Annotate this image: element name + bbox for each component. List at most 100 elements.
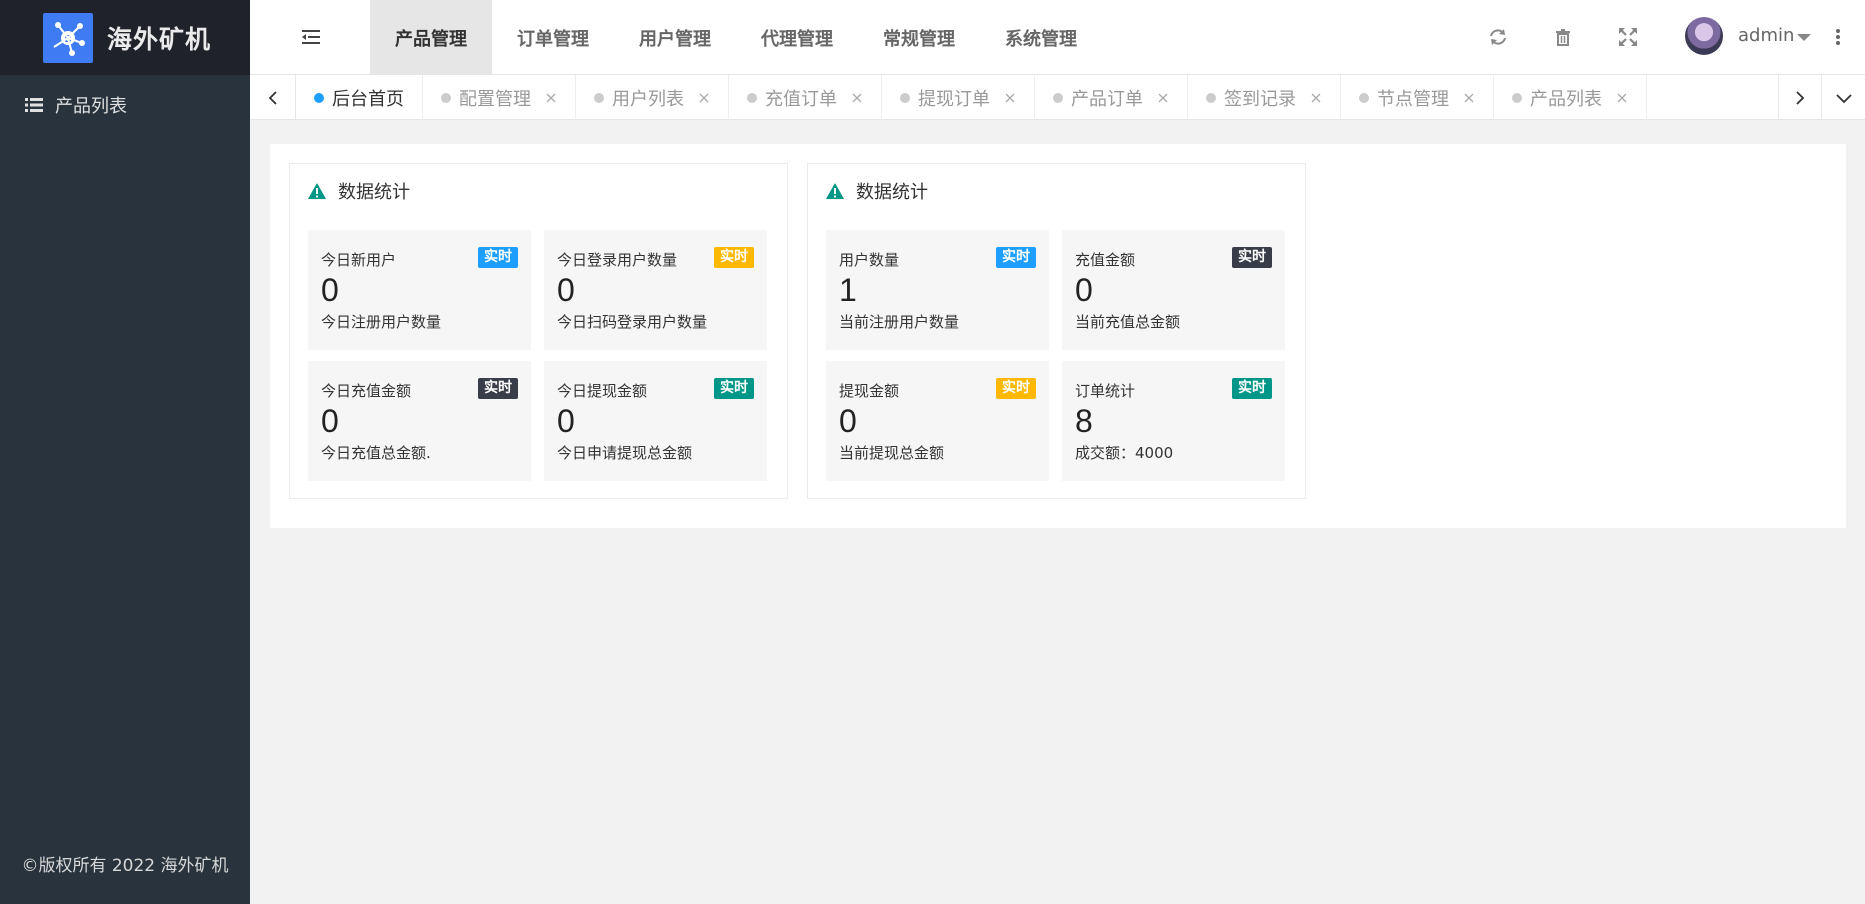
chevron-right-icon — [1796, 90, 1805, 105]
nav-general-management[interactable]: 常规管理 — [858, 0, 980, 75]
card-value: 0 — [557, 403, 575, 439]
card-value: 0 — [1075, 272, 1093, 308]
sidebar: B 海外矿机 产品列表 ©版权所有 2022 海外矿机 — [0, 0, 250, 904]
nav-product-management[interactable]: 产品管理 — [370, 0, 492, 75]
close-icon[interactable] — [851, 92, 863, 104]
list-icon — [25, 98, 43, 112]
menu-toggle-icon[interactable] — [300, 27, 322, 47]
tab-node-management[interactable]: 节点管理 — [1341, 75, 1494, 120]
nav-system-management[interactable]: 系统管理 — [980, 0, 1102, 75]
close-icon[interactable] — [545, 92, 557, 104]
chevron-left-icon — [268, 90, 277, 105]
card-value: 0 — [557, 272, 575, 308]
card-subtitle: 今日申请提现总金额 — [557, 444, 693, 462]
panel-header: 数据统计 — [826, 178, 928, 204]
close-icon[interactable] — [1463, 92, 1475, 104]
tab-config[interactable]: 配置管理 — [423, 75, 576, 120]
panel-header: 数据统计 — [308, 178, 410, 204]
panel-title: 数据统计 — [338, 182, 410, 203]
stat-card-order-stats: 订单统计 实时 8 成交额：4000 — [1062, 361, 1285, 481]
logo-icon: B — [43, 12, 93, 63]
realtime-badge: 实时 — [996, 247, 1036, 268]
tab-label: 产品订单 — [1071, 88, 1143, 110]
stats-panel-today: 数据统计 今日新用户 实时 0 今日注册用户数量 今日登录用户数量 实时 0 今… — [289, 163, 788, 499]
card-subtitle: 当前提现总金额 — [839, 444, 945, 462]
tab-label: 用户列表 — [612, 88, 684, 110]
tab-checkin-records[interactable]: 签到记录 — [1188, 75, 1341, 120]
tab-options-button[interactable] — [1821, 75, 1865, 120]
dot-icon — [1359, 92, 1369, 103]
tabs: 后台首页 配置管理 用户列表 充值订单 提现订单 产品订单 签到记录 节点管理 … — [296, 75, 1647, 120]
stats-panel-total: 数据统计 用户数量 实时 1 当前注册用户数量 充值金额 实时 0 当前充值总金… — [807, 163, 1306, 499]
panel-title: 数据统计 — [856, 182, 928, 203]
realtime-badge: 实时 — [1232, 378, 1272, 399]
card-subtitle: 今日充值总金额. — [321, 444, 431, 462]
copyright: ©版权所有 2022 海外矿机 — [21, 856, 229, 876]
close-icon[interactable] — [1310, 92, 1322, 104]
top-bar: 产品管理 订单管理 用户管理 代理管理 常规管理 系统管理 admin — [250, 0, 1865, 75]
dot-icon — [900, 92, 910, 103]
tab-bar: 后台首页 配置管理 用户列表 充值订单 提现订单 产品订单 签到记录 节点管理 … — [250, 75, 1865, 120]
realtime-badge: 实时 — [478, 378, 518, 399]
close-icon[interactable] — [1616, 92, 1628, 104]
tab-user-list[interactable]: 用户列表 — [576, 75, 729, 120]
card-value: 0 — [321, 403, 339, 439]
stat-card-user-count: 用户数量 实时 1 当前注册用户数量 — [826, 230, 1049, 350]
stat-card-total-withdraw: 提现金额 实时 0 当前提现总金额 — [826, 361, 1049, 481]
tab-product-orders[interactable]: 产品订单 — [1035, 75, 1188, 120]
tab-label: 签到记录 — [1224, 88, 1296, 110]
stat-card-recharge-amount: 今日充值金额 实时 0 今日充值总金额. — [308, 361, 531, 481]
more-vertical-icon[interactable] — [1835, 26, 1841, 48]
realtime-badge: 实时 — [996, 378, 1036, 399]
dot-icon — [747, 92, 757, 103]
card-value: 8 — [1075, 403, 1093, 439]
realtime-badge: 实时 — [714, 247, 754, 268]
card-label: 今日登录用户数量 — [557, 251, 678, 269]
dashboard-content: 数据统计 今日新用户 实时 0 今日注册用户数量 今日登录用户数量 实时 0 今… — [270, 144, 1846, 528]
top-nav: 产品管理 订单管理 用户管理 代理管理 常规管理 系统管理 — [370, 0, 1102, 75]
avatar[interactable] — [1685, 17, 1723, 55]
tab-withdraw-orders[interactable]: 提现订单 — [882, 75, 1035, 120]
tab-scroll-left-button[interactable] — [250, 75, 296, 120]
user-name[interactable]: admin — [1738, 25, 1794, 46]
logo-bar: B 海外矿机 — [0, 0, 250, 75]
close-icon[interactable] — [1004, 92, 1016, 104]
card-subtitle: 成交额：4000 — [1075, 444, 1174, 462]
dot-icon — [594, 92, 604, 103]
stat-card-new-users: 今日新用户 实时 0 今日注册用户数量 — [308, 230, 531, 350]
tab-scroll-right-button[interactable] — [1778, 75, 1821, 120]
dot-icon — [1206, 92, 1216, 103]
card-label: 今日新用户 — [321, 251, 397, 269]
close-icon[interactable] — [698, 92, 710, 104]
trash-icon[interactable] — [1552, 26, 1574, 48]
stat-card-total-recharge: 充值金额 实时 0 当前充值总金额 — [1062, 230, 1285, 350]
warning-icon — [308, 183, 326, 199]
stat-card-login-users: 今日登录用户数量 实时 0 今日扫码登录用户数量 — [544, 230, 767, 350]
dot-icon — [1053, 92, 1063, 103]
card-value: 0 — [321, 272, 339, 308]
nav-order-management[interactable]: 订单管理 — [492, 0, 614, 75]
fullscreen-icon[interactable] — [1617, 26, 1639, 48]
close-icon[interactable] — [1157, 92, 1169, 104]
chevron-down-icon — [1835, 93, 1852, 103]
sidebar-item-label: 产品列表 — [55, 96, 127, 117]
realtime-badge: 实时 — [1232, 247, 1272, 268]
sidebar-item-product-list[interactable]: 产品列表 — [0, 75, 250, 135]
warning-icon — [826, 183, 844, 199]
logo-text: 海外矿机 — [107, 24, 212, 54]
dot-icon — [1512, 92, 1522, 103]
tab-label: 产品列表 — [1530, 88, 1602, 110]
nav-agent-management[interactable]: 代理管理 — [736, 0, 858, 75]
refresh-icon[interactable] — [1487, 26, 1509, 48]
tab-home[interactable]: 后台首页 — [296, 75, 423, 120]
card-value: 0 — [839, 403, 857, 439]
card-label: 今日充值金额 — [321, 382, 412, 400]
card-subtitle: 今日扫码登录用户数量 — [557, 313, 708, 331]
tab-product-list[interactable]: 产品列表 — [1494, 75, 1647, 120]
card-label: 订单统计 — [1075, 382, 1136, 400]
nav-user-management[interactable]: 用户管理 — [614, 0, 736, 75]
stat-card-withdraw-amount: 今日提现金额 实时 0 今日申请提现总金额 — [544, 361, 767, 481]
caret-down-icon[interactable] — [1797, 34, 1811, 41]
tab-label: 后台首页 — [332, 88, 404, 110]
tab-recharge-orders[interactable]: 充值订单 — [729, 75, 882, 120]
